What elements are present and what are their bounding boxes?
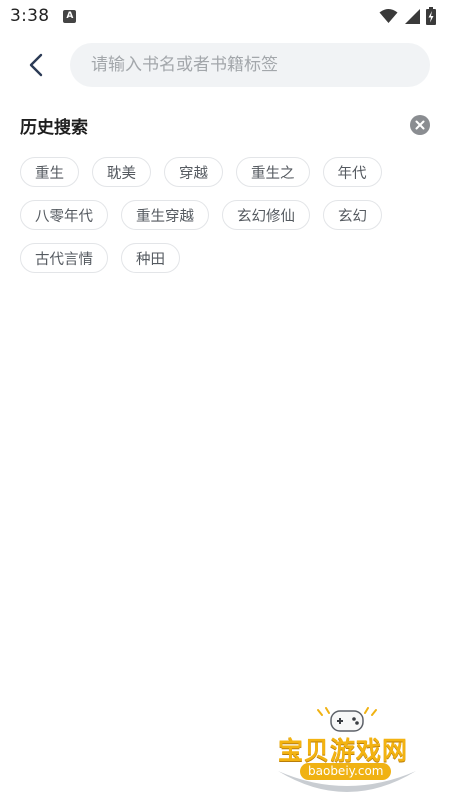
history-tag[interactable]: 重生之 <box>236 157 310 187</box>
back-button[interactable] <box>18 47 54 83</box>
status-time: 3:38 <box>10 6 50 26</box>
history-tag-row: 重生 耽美 穿越 重生之 年代 <box>20 157 395 187</box>
site-watermark: 宝贝游戏网 baobeiy.com <box>272 705 422 795</box>
history-tag[interactable]: 玄幻修仙 <box>222 200 310 230</box>
search-input[interactable] <box>91 55 401 75</box>
history-tag[interactable]: 种田 <box>121 243 180 273</box>
search-header <box>0 42 450 88</box>
wifi-icon <box>379 9 398 23</box>
watermark-url: baobeiy.com <box>300 763 392 780</box>
search-screen: 3:38 A 历史搜索 <box>0 0 450 800</box>
history-tag[interactable]: 年代 <box>322 157 382 187</box>
history-tag[interactable]: 耽美 <box>92 157 151 187</box>
close-icon <box>415 120 425 130</box>
status-icons <box>379 7 436 25</box>
chevron-left-icon <box>29 53 43 77</box>
status-bar: 3:38 A <box>0 0 450 32</box>
history-tag[interactable]: 穿越 <box>164 157 223 187</box>
clear-history-button[interactable] <box>410 115 430 135</box>
history-tag[interactable]: 重生 <box>20 157 79 187</box>
history-header: 历史搜索 <box>20 112 430 138</box>
search-box[interactable] <box>70 43 430 87</box>
notification-a-icon: A <box>63 9 77 23</box>
history-tag[interactable]: 重生穿越 <box>121 200 209 230</box>
signal-icon <box>405 9 420 24</box>
history-tag[interactable]: 玄幻 <box>323 200 382 230</box>
history-tag[interactable]: 古代言情 <box>20 243 108 273</box>
history-tag-row: 八零年代 重生穿越 玄幻修仙 玄幻 <box>20 200 395 230</box>
history-tag[interactable]: 八零年代 <box>20 200 108 230</box>
history-tag-row: 古代言情 种田 <box>20 243 193 273</box>
watermark-title: 宝贝游戏网 <box>278 736 409 765</box>
battery-icon <box>426 7 436 25</box>
history-title: 历史搜索 <box>20 117 88 138</box>
